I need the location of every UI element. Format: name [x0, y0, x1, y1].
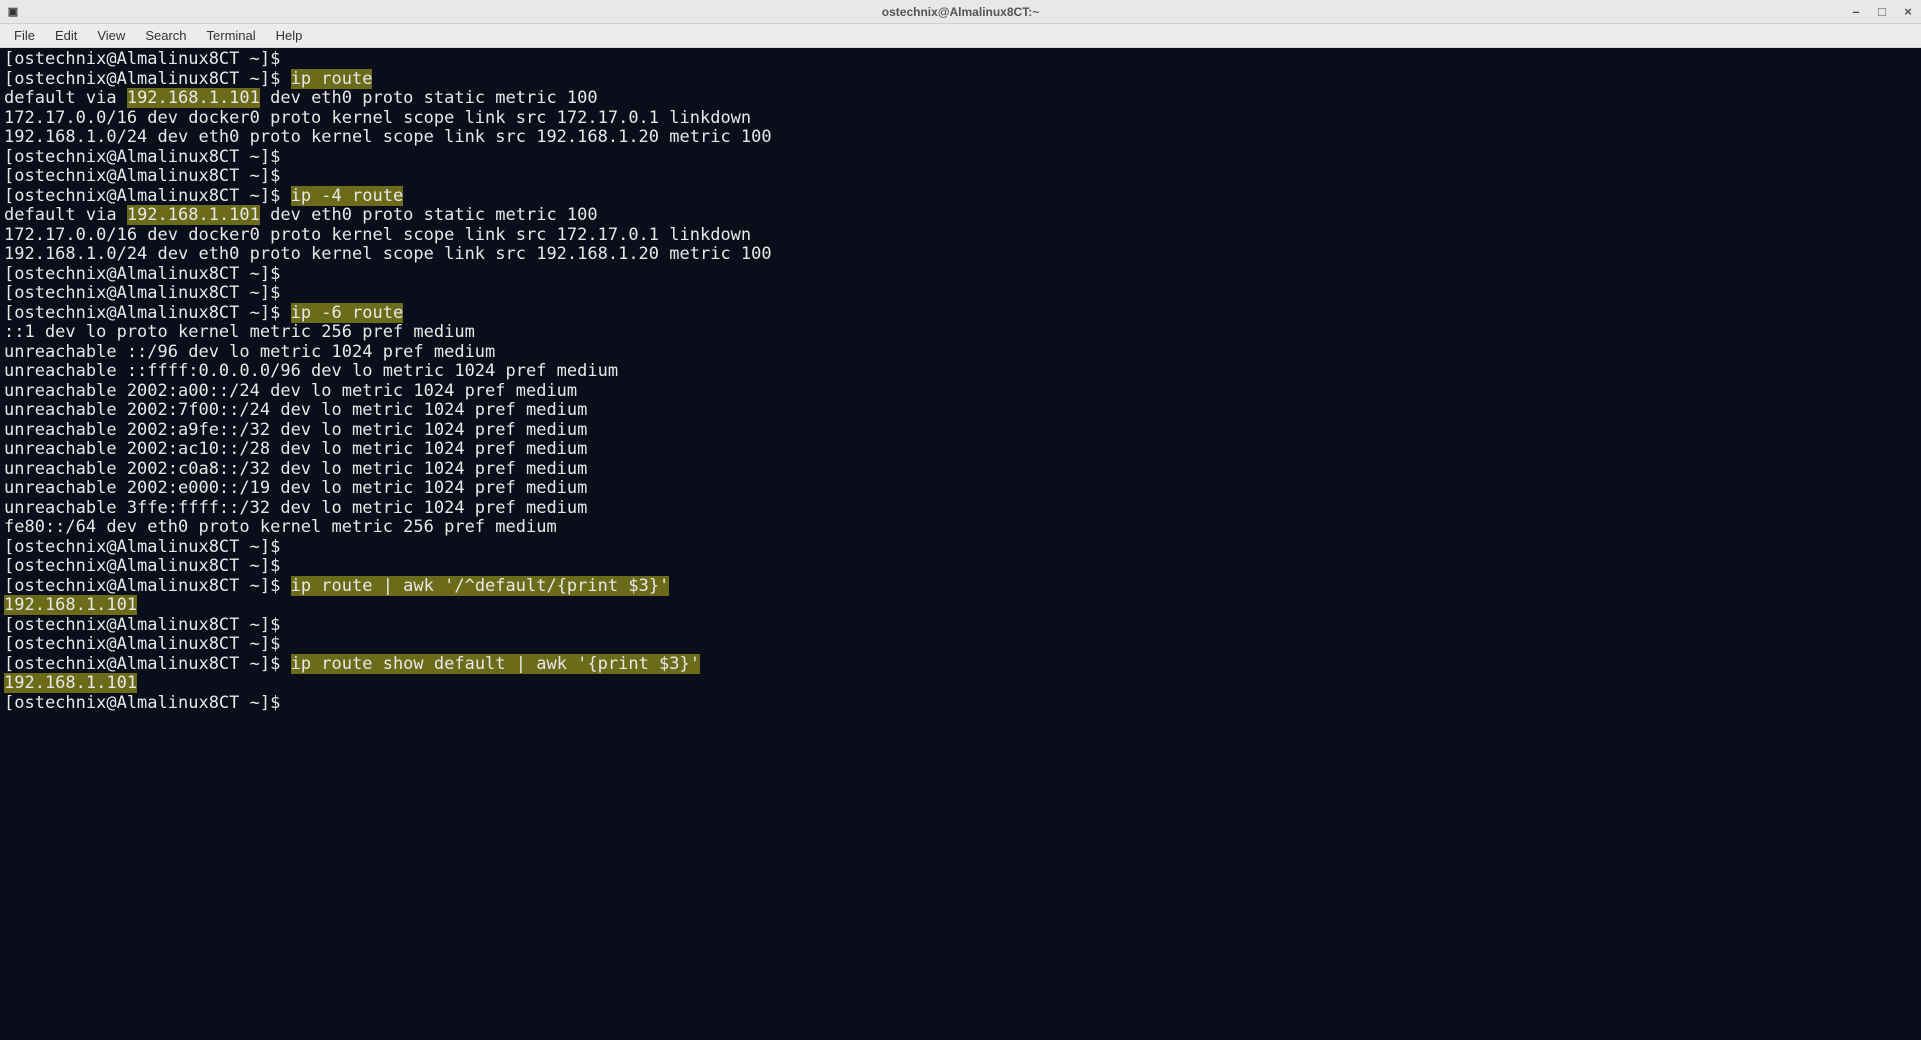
gateway-result: 192.168.1.101 [4, 595, 137, 615]
menu-help[interactable]: Help [268, 26, 311, 45]
window-controls: – □ × [1849, 4, 1915, 19]
maximize-button[interactable]: □ [1875, 4, 1889, 19]
menu-view[interactable]: View [89, 26, 133, 45]
close-button[interactable]: × [1901, 4, 1915, 19]
command-ip6-route: ip -6 route [291, 303, 404, 323]
output-line: unreachable 3ffe:ffff::/32 dev lo metric… [4, 498, 587, 518]
prompt: [ostechnix@Almalinux8CT ~]$ [4, 283, 280, 303]
output-line: unreachable ::ffff:0.0.0.0/96 dev lo met… [4, 361, 618, 381]
prompt: [ostechnix@Almalinux8CT ~]$ [4, 69, 280, 89]
gateway-result: 192.168.1.101 [4, 673, 137, 693]
prompt: [ostechnix@Almalinux8CT ~]$ [4, 186, 280, 206]
menubar: File Edit View Search Terminal Help [0, 24, 1921, 48]
terminal-icon: ▣ [6, 5, 20, 19]
prompt: [ostechnix@Almalinux8CT ~]$ [4, 147, 280, 167]
prompt: [ostechnix@Almalinux8CT ~]$ [4, 537, 280, 557]
prompt: [ostechnix@Almalinux8CT ~]$ [4, 303, 280, 323]
output-line: 192.168.1.0/24 dev eth0 proto kernel sco… [4, 127, 772, 147]
prompt: [ostechnix@Almalinux8CT ~]$ [4, 634, 280, 654]
output-line: 172.17.0.0/16 dev docker0 proto kernel s… [4, 225, 751, 245]
output-line: ::1 dev lo proto kernel metric 256 pref … [4, 322, 475, 342]
minimize-button[interactable]: – [1849, 4, 1863, 19]
menu-terminal[interactable]: Terminal [199, 26, 264, 45]
gateway-highlight: 192.168.1.101 [127, 205, 260, 225]
output-line: unreachable 2002:7f00::/24 dev lo metric… [4, 400, 587, 420]
prompt: [ostechnix@Almalinux8CT ~]$ [4, 49, 280, 69]
command-ip4-route: ip -4 route [291, 186, 404, 206]
output-line: unreachable 2002:ac10::/28 dev lo metric… [4, 439, 587, 459]
output-line: default via [4, 88, 127, 108]
prompt: [ostechnix@Almalinux8CT ~]$ [4, 576, 280, 596]
output-line: unreachable 2002:a00::/24 dev lo metric … [4, 381, 577, 401]
output-line: default via [4, 205, 127, 225]
prompt: [ostechnix@Almalinux8CT ~]$ [4, 166, 280, 186]
output-line: fe80::/64 dev eth0 proto kernel metric 2… [4, 517, 557, 537]
command-awk-show-default: ip route show default | awk '{print $3}' [291, 654, 700, 674]
window-titlebar: ▣ ostechnix@Almalinux8CT:~ – □ × [0, 0, 1921, 24]
output-line: unreachable 2002:a9fe::/32 dev lo metric… [4, 420, 587, 440]
output-line: unreachable 2002:c0a8::/32 dev lo metric… [4, 459, 587, 479]
window-title: ostechnix@Almalinux8CT:~ [882, 5, 1039, 19]
command-ip-route: ip route [291, 69, 373, 89]
output-line: 172.17.0.0/16 dev docker0 proto kernel s… [4, 108, 751, 128]
output-line: dev eth0 proto static metric 100 [260, 205, 598, 225]
prompt: [ostechnix@Almalinux8CT ~]$ [4, 615, 280, 635]
prompt: [ostechnix@Almalinux8CT ~]$ [4, 693, 280, 713]
output-line: 192.168.1.0/24 dev eth0 proto kernel sco… [4, 244, 772, 264]
output-line: unreachable ::/96 dev lo metric 1024 pre… [4, 342, 495, 362]
prompt: [ostechnix@Almalinux8CT ~]$ [4, 556, 280, 576]
prompt: [ostechnix@Almalinux8CT ~]$ [4, 264, 280, 284]
gateway-highlight: 192.168.1.101 [127, 88, 260, 108]
prompt: [ostechnix@Almalinux8CT ~]$ [4, 654, 280, 674]
command-awk-default: ip route | awk '/^default/{print $3}' [291, 576, 670, 596]
menu-edit[interactable]: Edit [47, 26, 85, 45]
menu-search[interactable]: Search [137, 26, 194, 45]
output-line: dev eth0 proto static metric 100 [260, 88, 598, 108]
menu-file[interactable]: File [6, 26, 43, 45]
terminal-output[interactable]: [ostechnix@Almalinux8CT ~]$ [ostechnix@A… [0, 48, 1921, 1040]
output-line: unreachable 2002:e000::/19 dev lo metric… [4, 478, 587, 498]
